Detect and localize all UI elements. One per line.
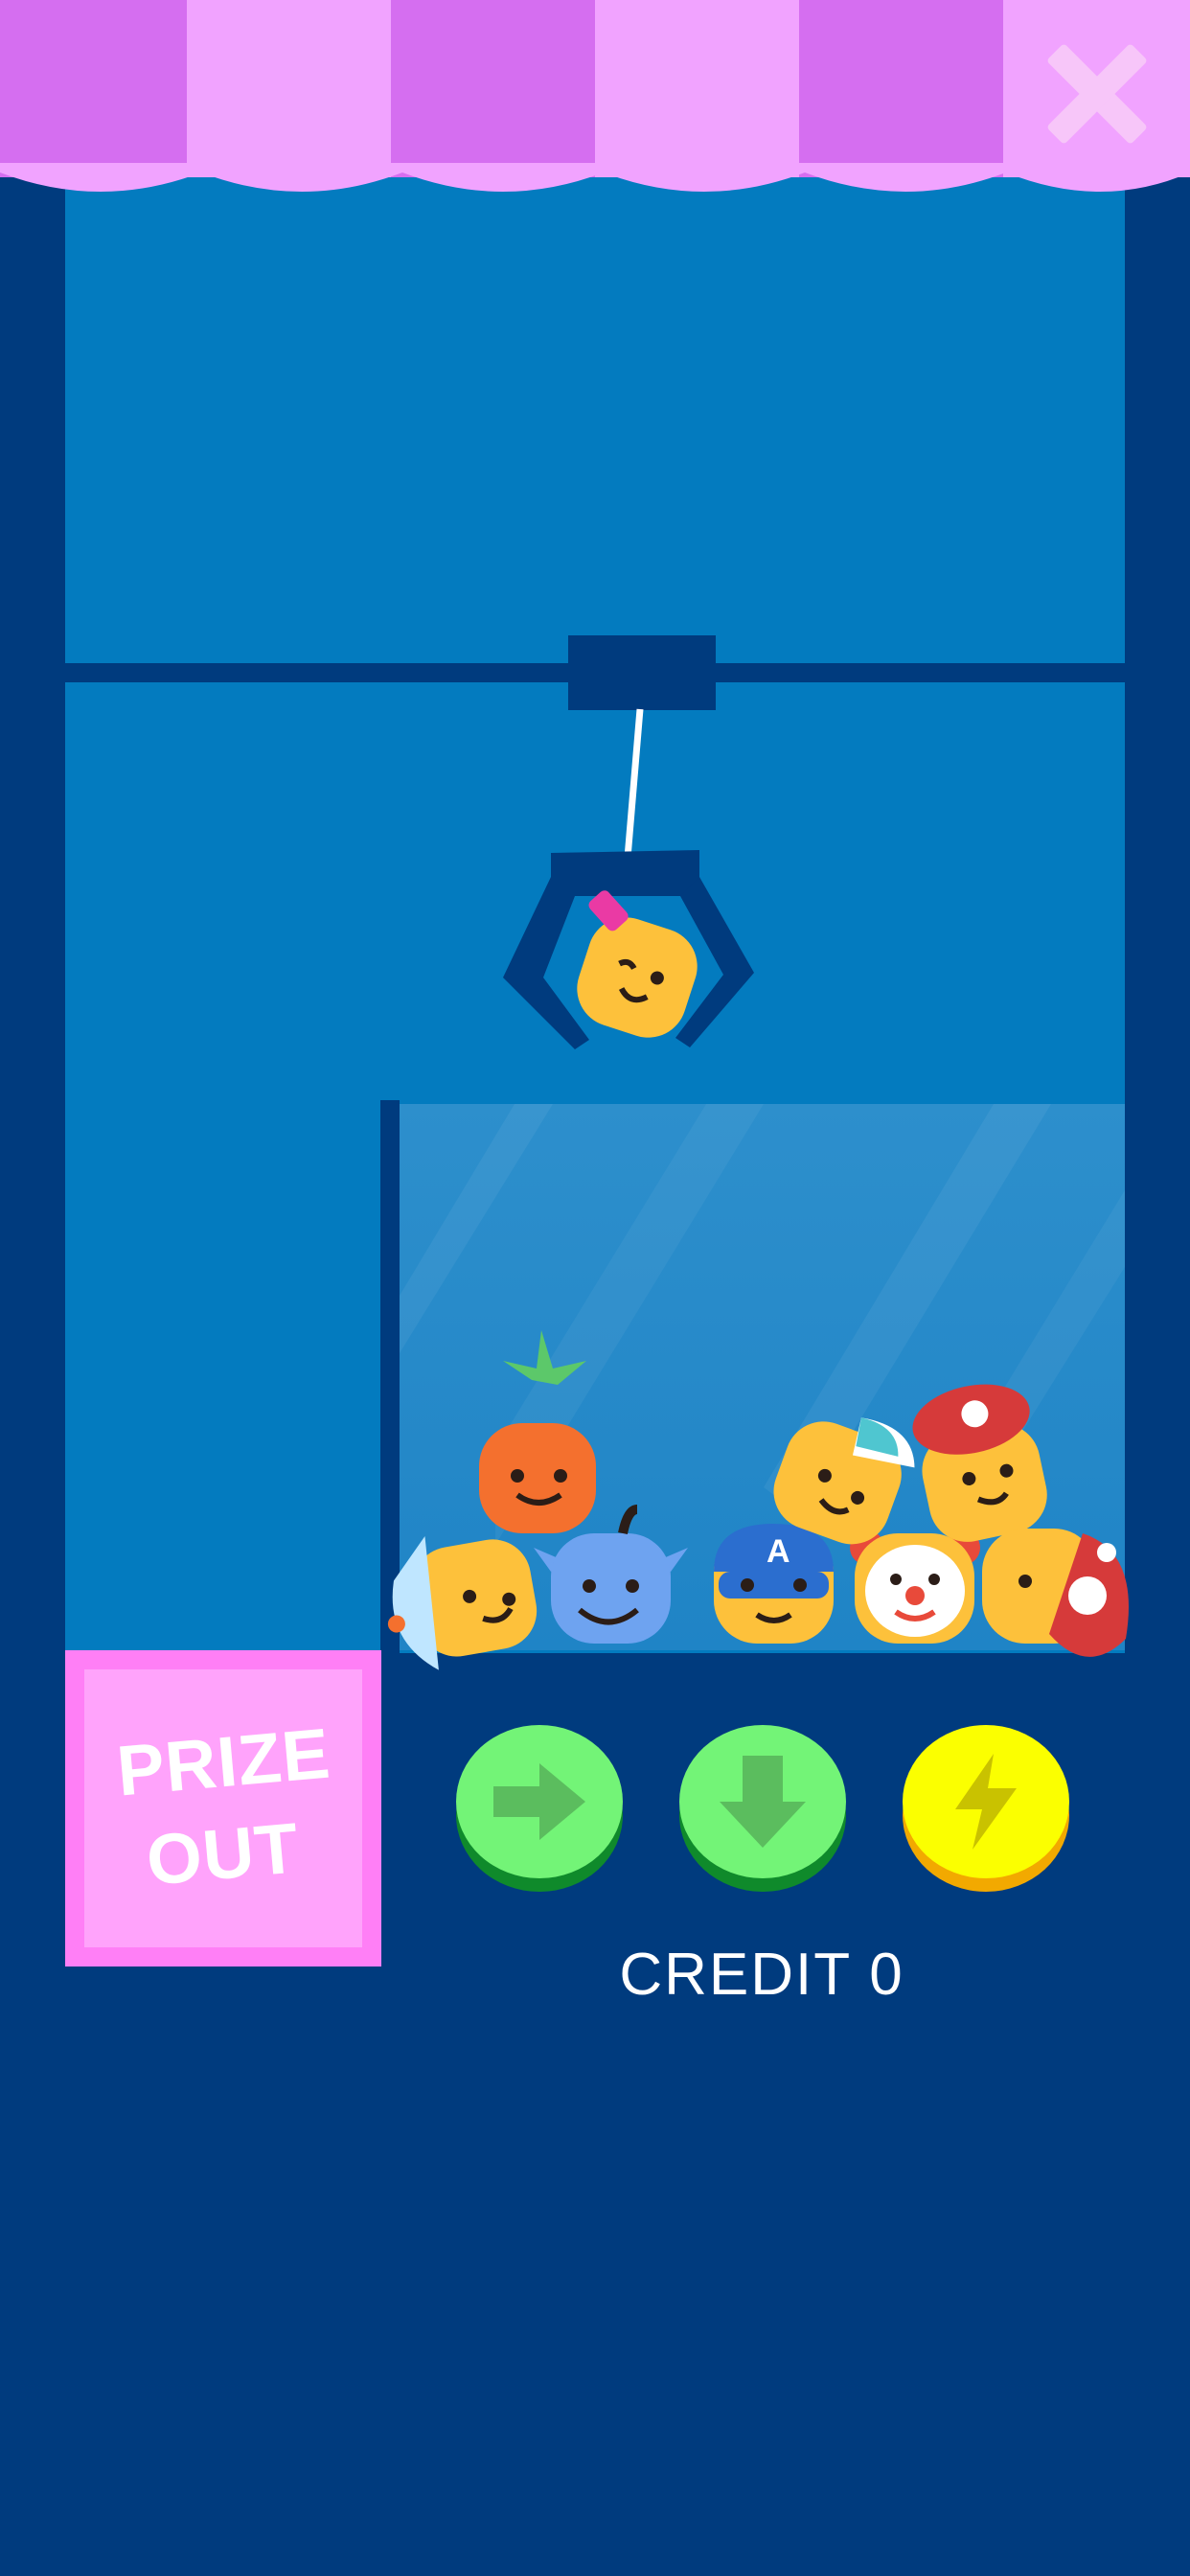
claw-carriage — [568, 635, 716, 710]
prize-out-line1: PRIZE — [113, 1713, 333, 1811]
prize-box-wall — [380, 1100, 400, 1653]
awning — [0, 0, 1190, 192]
arrow-down-icon — [720, 1756, 806, 1848]
move-down-button[interactable] — [679, 1725, 846, 1892]
claw — [503, 708, 754, 1049]
lightning-icon — [955, 1754, 1017, 1850]
arrow-right-icon — [493, 1763, 585, 1840]
power-button[interactable] — [903, 1725, 1069, 1892]
move-right-button[interactable] — [456, 1725, 623, 1892]
cabinet-frame-right — [1125, 0, 1190, 2576]
toy-clown[interactable] — [850, 1530, 980, 1644]
credit-counter: CREDIT 0 — [619, 1942, 904, 2008]
svg-text:A: A — [767, 1533, 790, 1570]
cabinet-frame-left — [0, 0, 65, 2576]
toy-captain[interactable]: A — [714, 1524, 834, 1644]
prize-out-chute[interactable]: PRIZE OUT — [65, 1650, 381, 1966]
close-button[interactable] — [1040, 36, 1155, 151]
prize-out-line2: OUT — [144, 1807, 303, 1900]
toy-mushroom[interactable] — [982, 1529, 1129, 1657]
prize-out-label: PRIZE OUT — [84, 1669, 362, 1947]
claw-cable — [624, 708, 644, 859]
